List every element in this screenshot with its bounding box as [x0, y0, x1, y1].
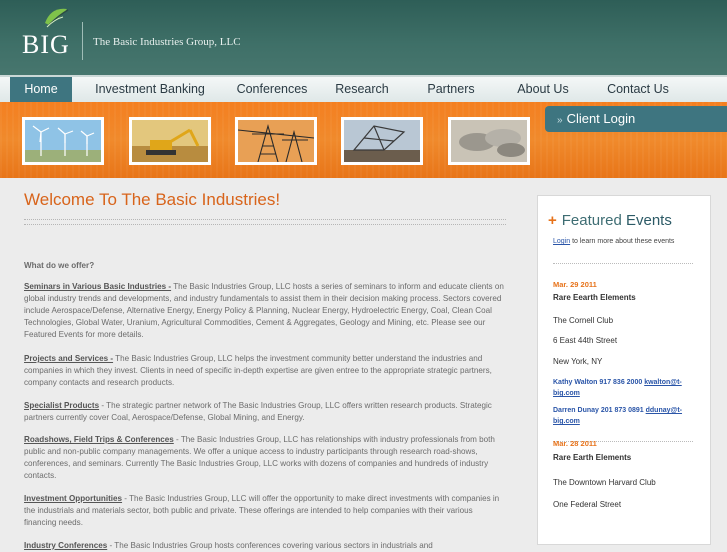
section-seminars: Seminars in Various Basic Industries - T…	[24, 281, 506, 341]
sidebar-divider	[553, 263, 693, 264]
nav-investment-banking[interactable]: Investment Banking	[82, 77, 218, 102]
wind-turbines-image	[22, 117, 104, 165]
page-title: Welcome To The Basic Industries!	[24, 190, 281, 209]
conferences-text: - The Basic Industries Group hosts confe…	[107, 541, 433, 550]
big-logo-icon	[45, 8, 69, 28]
offer-question: What do we offer?	[24, 261, 95, 270]
event-name[interactable]: Rare Eearth Elements	[553, 293, 636, 302]
event-venue: The Cornell Club	[553, 316, 614, 325]
conferences-link[interactable]: Industry Conferences	[24, 541, 107, 550]
logo-divider	[82, 22, 83, 60]
logo-text[interactable]: BIG	[22, 30, 70, 60]
event-name[interactable]: Rare Earth Elements	[553, 453, 631, 462]
section-conferences: Industry Conferences - The Basic Industr…	[24, 540, 506, 552]
double-chevron-icon: »	[557, 115, 563, 126]
login-note: Login to learn more about these events	[553, 238, 674, 245]
client-login-label: Client Login	[566, 111, 636, 126]
event-city: New York, NY	[553, 357, 603, 366]
mining-machine-image	[341, 117, 423, 165]
projects-link[interactable]: Projects and Services -	[24, 354, 113, 363]
featured-events-panel: + Featured Events Login to learn more abo…	[537, 195, 711, 545]
pipes-image	[448, 117, 530, 165]
power-towers-image	[235, 117, 317, 165]
seminars-link[interactable]: Seminars in Various Basic Industries -	[24, 282, 171, 291]
specialist-link[interactable]: Specialist Products	[24, 401, 99, 410]
featured-word: Featured	[561, 212, 622, 229]
contact-name-phone: Kathy Walton 917 836 2000	[553, 379, 643, 386]
section-specialist: Specialist Products - The strategic part…	[24, 400, 506, 424]
section-investment: Investment Opportunities - The Basic Ind…	[24, 493, 506, 529]
event-date: Mar. 28 2011	[553, 439, 597, 448]
excavator-image	[129, 117, 211, 165]
login-note-text: to learn more about these events	[570, 238, 675, 245]
event-date: Mar. 29 2011	[553, 280, 597, 289]
section-projects: Projects and Services - The Basic Indust…	[24, 353, 506, 389]
site-header: BIG The Basic Industries Group, LLC	[0, 0, 727, 75]
main-nav: Home Investment Banking Conferences Rese…	[0, 75, 727, 102]
company-name: The Basic Industries Group, LLC	[93, 36, 241, 48]
featured-events-title: + Featured Events	[548, 212, 672, 229]
nav-conferences[interactable]: Conferences	[228, 77, 316, 102]
nav-home[interactable]: Home	[10, 77, 72, 102]
event-contact: Kathy Walton 917 836 2000 kwalton@t-big.…	[553, 377, 703, 399]
contact-name-phone: Darren Dunay 201 873 0891	[553, 407, 644, 414]
events-word: Events	[625, 212, 672, 229]
nav-partners[interactable]: Partners	[416, 77, 486, 102]
nav-contact-us[interactable]: Contact Us	[598, 77, 678, 102]
investment-link[interactable]: Investment Opportunities	[24, 494, 122, 503]
event-venue: The Downtown Harvard Club	[553, 478, 656, 487]
nav-research[interactable]: Research	[326, 77, 398, 102]
title-divider	[24, 219, 506, 225]
sidebar-login-link[interactable]: Login	[553, 238, 570, 245]
roadshows-link[interactable]: Roadshows, Field Trips & Conferences	[24, 435, 174, 444]
nav-about-us[interactable]: About Us	[506, 77, 580, 102]
event-address: One Federal Street	[553, 500, 622, 509]
event-contact: Darren Dunay 201 873 0891 ddunay@t-big.c…	[553, 405, 703, 427]
section-roadshows: Roadshows, Field Trips & Conferences - T…	[24, 434, 506, 482]
plus-icon: +	[548, 212, 557, 229]
client-login-button[interactable]: » Client Login	[545, 106, 727, 132]
event-address: 6 East 44th Street	[553, 336, 618, 345]
